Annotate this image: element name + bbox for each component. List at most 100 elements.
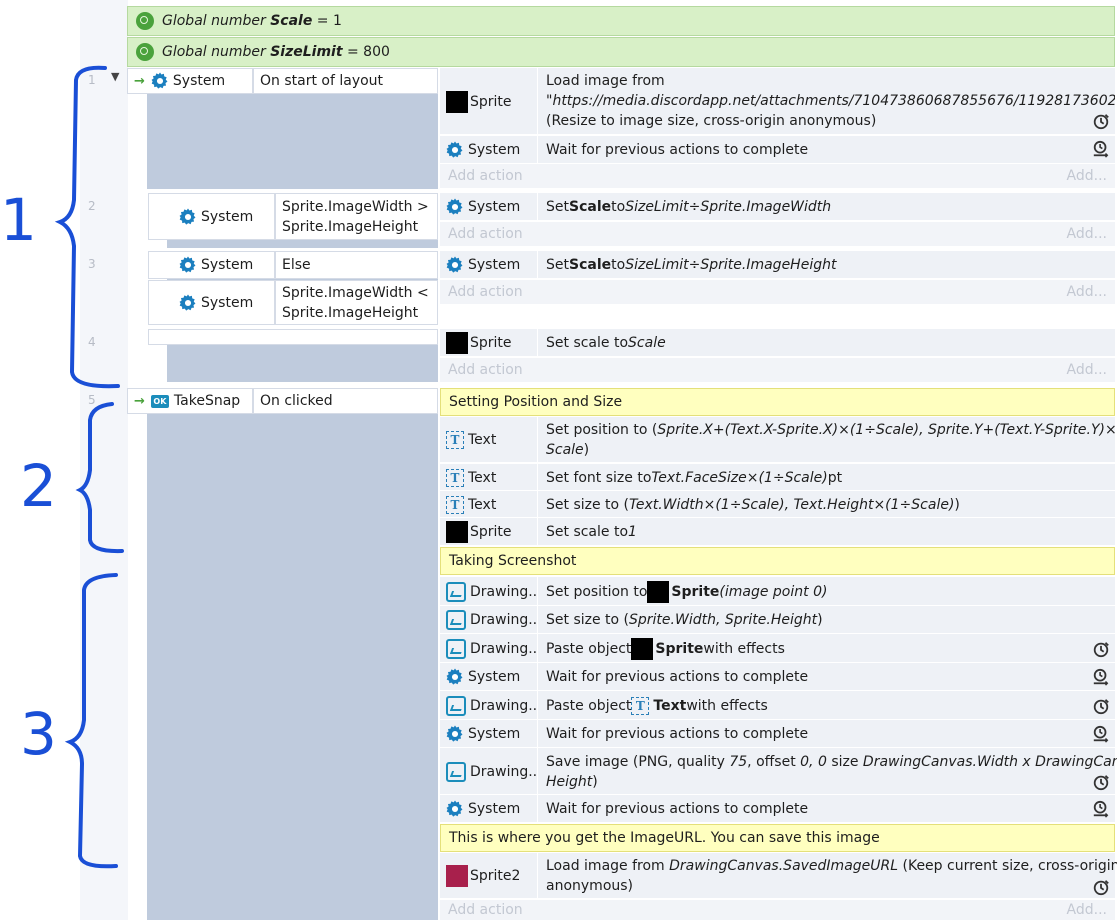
- action-suffix: ): [592, 773, 598, 790]
- action-prefix: Set font size to: [546, 469, 652, 486]
- condition-text[interactable]: On start of layout: [253, 68, 438, 94]
- condition-object[interactable]: System: [148, 251, 275, 279]
- action-prefix: Load image from: [546, 858, 665, 874]
- action-prefix: Paste object: [546, 640, 632, 657]
- action-label: Wait for previous actions to complete: [546, 726, 809, 742]
- action-suffix: (Keep current size, cross-origin: [902, 858, 1117, 874]
- action-object[interactable]: Sprite: [440, 68, 538, 135]
- action-variable: Scale: [569, 257, 612, 273]
- action-text[interactable]: Set position to (Sprite.X+(Text.X-Sprite…: [540, 417, 1117, 463]
- action-text[interactable]: Save image (PNG, quality 75, offset 0, 0…: [540, 748, 1117, 795]
- condition-line: Sprite.ImageWidth <: [282, 284, 429, 301]
- global-value: = 800: [346, 44, 390, 60]
- action-text[interactable]: Set font size to Text.FaceSize×(1÷Scale)…: [540, 464, 1115, 491]
- action-text[interactable]: Wait for previous actions to complete: [540, 795, 1115, 823]
- drawing-canvas-icon: [446, 761, 466, 782]
- comment-text: Setting Position and Size: [449, 394, 623, 410]
- drawing-canvas-icon: [446, 695, 466, 716]
- action-text[interactable]: Set position to Sprite (image point 0): [540, 577, 1115, 606]
- action-expression: Scale: [546, 442, 584, 458]
- action-text[interactable]: Set Scale to SizeLimit÷Sprite.ImageHeigh…: [540, 251, 1115, 279]
- action-text[interactable]: Wait for previous actions to complete: [540, 136, 1115, 164]
- gear-icon: [446, 256, 464, 274]
- condition-text[interactable]: Else: [275, 251, 438, 279]
- action-object[interactable]: System: [440, 663, 538, 691]
- action-object[interactable]: Drawing...: [440, 606, 538, 634]
- action-object[interactable]: System: [440, 251, 538, 279]
- annotation-number-1: 1: [0, 186, 37, 254]
- empty-condition[interactable]: [148, 329, 438, 345]
- action-object[interactable]: Drawing...: [440, 577, 538, 606]
- gear-icon: [446, 668, 464, 686]
- action-text[interactable]: Load image from "https://media.discordap…: [540, 70, 1115, 132]
- action-object[interactable]: T Text: [440, 491, 538, 518]
- add-action-button[interactable]: Add action Add...: [440, 280, 1115, 304]
- comment[interactable]: Taking Screenshot: [440, 547, 1115, 575]
- action-object[interactable]: System: [440, 720, 538, 748]
- add-more-button[interactable]: Add...: [1067, 902, 1107, 918]
- action-text[interactable]: Set scale to Scale: [540, 329, 1115, 357]
- action-object[interactable]: Sprite: [440, 518, 538, 546]
- action-label: Wait for previous actions to complete: [546, 669, 809, 685]
- add-action-button[interactable]: Add action Add...: [440, 358, 1115, 382]
- add-action-label: Add action: [448, 362, 523, 378]
- action-text[interactable]: Load image from DrawingCanvas.SavedImage…: [540, 853, 1117, 899]
- action-text[interactable]: Wait for previous actions to complete: [540, 720, 1115, 748]
- action-text-part: Save image (PNG, quality: [546, 753, 725, 770]
- action-label: Set scale to: [546, 335, 629, 351]
- global-variable-sizelimit[interactable]: Global number SizeLimit = 800: [127, 37, 1115, 67]
- global-variable-scale[interactable]: Global number Scale = 1: [127, 6, 1115, 36]
- condition-text[interactable]: Sprite.ImageWidth < Sprite.ImageHeight: [275, 280, 438, 325]
- action-text-part: size: [831, 753, 859, 770]
- action-object[interactable]: Sprite2: [440, 853, 538, 899]
- condition-object[interactable]: System: [148, 280, 275, 325]
- comment-text: Taking Screenshot: [449, 553, 577, 569]
- brace-3: [64, 573, 118, 869]
- action-object[interactable]: Drawing...: [440, 634, 538, 663]
- condition-object[interactable]: System: [148, 193, 275, 240]
- action-offset: 0, 0: [800, 753, 827, 770]
- add-action-button[interactable]: Add action Add...: [440, 164, 1115, 188]
- comment[interactable]: This is where you get the ImageURL. You …: [440, 824, 1115, 852]
- action-text[interactable]: Set scale to 1: [540, 518, 1115, 546]
- add-more-button[interactable]: Add...: [1067, 168, 1107, 184]
- condition-text[interactable]: On clicked: [253, 388, 438, 414]
- action-text[interactable]: Paste object T Text with effects: [540, 691, 1115, 720]
- sprite-thumbnail-icon: [631, 637, 654, 660]
- action-text[interactable]: Wait for previous actions to complete: [540, 663, 1115, 691]
- condition-text[interactable]: Sprite.ImageWidth > Sprite.ImageHeight: [275, 193, 438, 240]
- action-text[interactable]: Paste object Sprite with effects: [540, 634, 1115, 663]
- global-prefix: Global number: [162, 44, 266, 60]
- action-object[interactable]: Drawing...: [440, 748, 538, 795]
- action-text[interactable]: Set Scale to SizeLimit÷Sprite.ImageWidth: [540, 193, 1115, 221]
- action-expression: Text.Width×(1÷Scale), Text.Height×(1÷Sca…: [629, 496, 955, 513]
- add-more-button[interactable]: Add...: [1067, 284, 1107, 300]
- action-object[interactable]: Sprite: [440, 329, 538, 357]
- add-more-button[interactable]: Add...: [1067, 362, 1107, 378]
- action-suffix: with effects: [686, 697, 768, 714]
- action-text[interactable]: Set size to (Sprite.Width, Sprite.Height…: [540, 606, 1115, 634]
- add-action-button[interactable]: Add action Add...: [440, 900, 1115, 920]
- add-action-button[interactable]: Add action Add...: [440, 222, 1115, 246]
- add-more-button[interactable]: Add...: [1067, 226, 1107, 242]
- gear-icon: [446, 725, 464, 743]
- text-object-icon: T: [446, 431, 464, 449]
- action-object[interactable]: T Text: [440, 464, 538, 491]
- action-object[interactable]: System: [440, 193, 538, 221]
- text-object-icon: T: [631, 696, 650, 715]
- action-suffix: ): [583, 442, 590, 458]
- action-object-label: System: [468, 801, 521, 817]
- action-suffix: (image point 0): [719, 583, 828, 600]
- action-object[interactable]: T Text: [440, 417, 538, 463]
- action-object-label: Drawing...: [470, 763, 538, 780]
- action-object[interactable]: System: [440, 795, 538, 823]
- action-expression: 1: [628, 524, 637, 540]
- action-line: anonymous): [546, 878, 634, 894]
- action-target: Sprite: [655, 640, 704, 657]
- event-5-condition-area[interactable]: [147, 388, 438, 920]
- action-object[interactable]: System: [440, 136, 538, 164]
- comment[interactable]: Setting Position and Size: [440, 388, 1115, 416]
- action-prefix: Paste object: [546, 697, 632, 714]
- action-object[interactable]: Drawing...: [440, 691, 538, 720]
- action-text[interactable]: Set size to (Text.Width×(1÷Scale), Text.…: [540, 491, 1115, 518]
